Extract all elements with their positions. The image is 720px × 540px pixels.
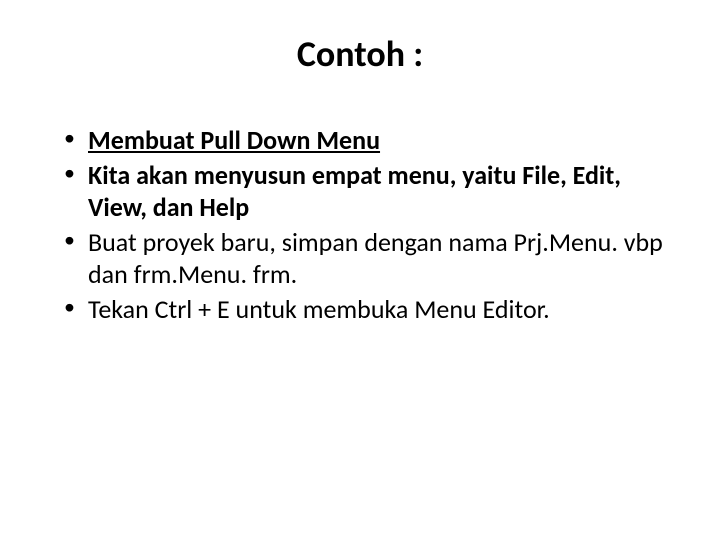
list-item: Membuat Pull Down Menu	[60, 124, 670, 157]
list-item: Buat proyek baru, simpan dengan nama Prj…	[60, 226, 670, 291]
bullet-text-underlined: Membuat Pull Down Menu	[88, 124, 380, 156]
slide-title: Contoh :	[50, 32, 670, 76]
bullet-list: Membuat Pull Down Menu Kita akan menyusu…	[50, 124, 670, 325]
bullet-text: Tekan Ctrl + E untuk membuka Menu Editor…	[88, 293, 550, 325]
list-item: Tekan Ctrl + E untuk membuka Menu Editor…	[60, 293, 670, 326]
list-item: Kita akan menyusun empat menu, yaitu Fil…	[60, 159, 670, 224]
bullet-text-bold: Kita akan menyusun empat menu, yaitu Fil…	[88, 159, 621, 224]
bullet-text: Buat proyek baru, simpan dengan nama Prj…	[88, 226, 663, 291]
